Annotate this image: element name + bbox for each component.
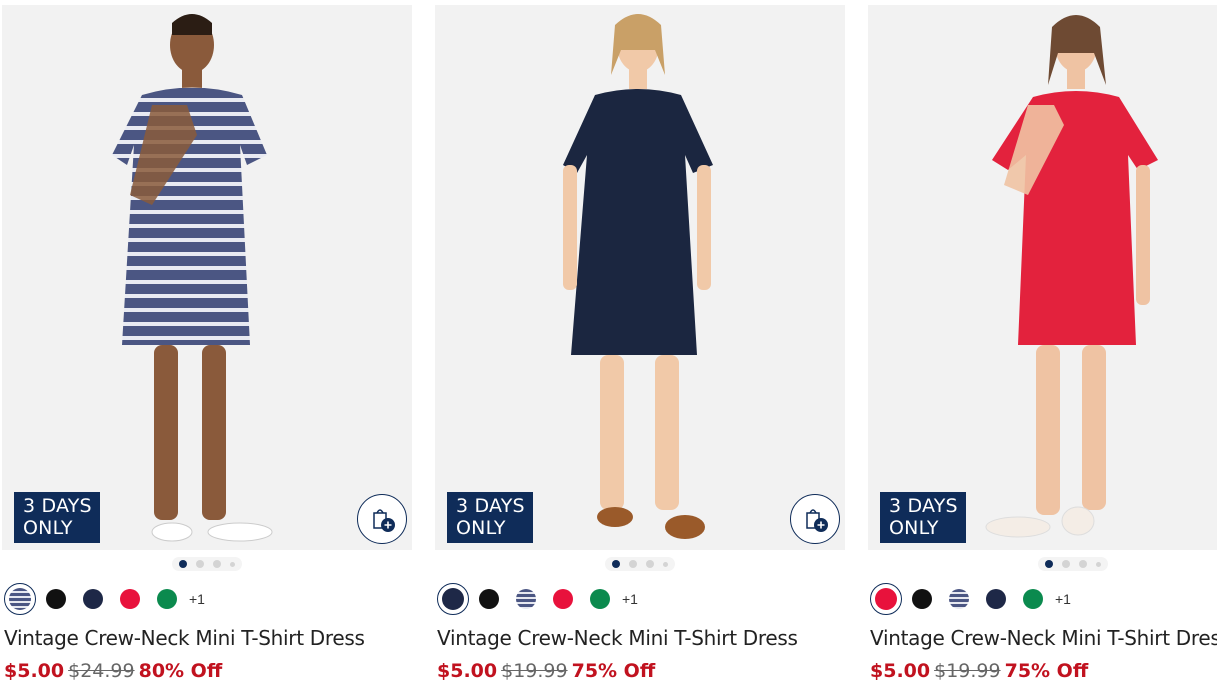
color-swatches: +1 xyxy=(437,582,638,615)
carousel-dot[interactable] xyxy=(179,560,187,568)
more-colors-count[interactable]: +1 xyxy=(189,591,205,607)
discount-label: 80% Off xyxy=(138,660,223,682)
shopping-bag-plus-icon xyxy=(806,509,828,532)
color-swatches: +1 xyxy=(4,582,205,615)
discount-label: 75% Off xyxy=(571,660,656,682)
badge-line-1: 3 DAYS xyxy=(889,495,958,517)
discount-label: 75% Off xyxy=(1004,660,1089,682)
badge-line-1: 3 DAYS xyxy=(23,495,92,517)
swatch-black[interactable] xyxy=(912,588,932,609)
model-photo xyxy=(563,14,713,539)
color-swatches: +1 xyxy=(870,582,1071,615)
carousel-dot[interactable] xyxy=(646,560,654,568)
badge-line-2: ONLY xyxy=(23,517,73,539)
price-row: $5.00 $19.99 75% Off xyxy=(870,660,1088,682)
swatch-green[interactable] xyxy=(590,588,610,609)
promo-badge: 3 DAYS ONLY xyxy=(447,492,533,543)
carousel-dot[interactable] xyxy=(196,560,204,568)
swatch-stripe-navy[interactable] xyxy=(949,588,969,609)
product-image[interactable]: 3 DAYS ONLY xyxy=(2,5,412,550)
sale-price: $5.00 xyxy=(870,660,931,682)
badge-line-1: 3 DAYS xyxy=(456,495,525,517)
promo-badge: 3 DAYS ONLY xyxy=(14,492,100,543)
original-price: $19.99 xyxy=(501,660,568,682)
image-carousel-dots[interactable] xyxy=(1038,557,1108,571)
swatch-navy[interactable] xyxy=(986,588,1006,609)
swatch-navy[interactable] xyxy=(83,588,103,609)
swatch-selected[interactable] xyxy=(4,582,36,615)
swatch-selected[interactable] xyxy=(437,582,469,615)
carousel-dot[interactable] xyxy=(629,560,637,568)
carousel-dot[interactable] xyxy=(1062,560,1070,568)
price-row: $5.00 $24.99 80% Off xyxy=(4,660,222,682)
original-price: $24.99 xyxy=(68,660,135,682)
swatch-green[interactable] xyxy=(157,588,177,609)
image-carousel-dots[interactable] xyxy=(172,557,242,571)
swatch-stripe-navy[interactable] xyxy=(516,588,536,609)
product-title[interactable]: Vintage Crew-Neck Mini T-Shirt Dress xyxy=(870,626,1217,650)
carousel-dot[interactable] xyxy=(213,560,221,568)
model-photo xyxy=(985,15,1158,538)
more-colors-count[interactable]: +1 xyxy=(622,591,638,607)
carousel-dot[interactable] xyxy=(230,561,235,567)
carousel-dot[interactable] xyxy=(663,561,668,567)
badge-line-2: ONLY xyxy=(456,517,506,539)
product-card[interactable]: 3 DAYS ONLY +1 Vintage Crew-Neck Mini T-… xyxy=(868,0,1217,682)
add-to-bag-button[interactable] xyxy=(357,494,407,544)
carousel-dot[interactable] xyxy=(1079,560,1087,568)
promo-badge: 3 DAYS ONLY xyxy=(880,492,966,543)
swatch-green[interactable] xyxy=(1023,588,1043,609)
swatch-red[interactable] xyxy=(553,588,573,609)
badge-line-2: ONLY xyxy=(889,517,939,539)
model-photo xyxy=(112,14,273,542)
swatch-stripe-navy xyxy=(9,587,31,610)
swatch-navy xyxy=(442,587,464,610)
add-to-bag-button[interactable] xyxy=(790,494,840,544)
product-image[interactable]: 3 DAYS ONLY xyxy=(868,5,1217,550)
swatch-red xyxy=(875,587,897,610)
swatch-selected[interactable] xyxy=(870,582,902,615)
product-card[interactable]: 3 DAYS ONLY +1 Vintage Crew-Neck Mini T-… xyxy=(2,0,414,682)
product-image[interactable]: 3 DAYS ONLY xyxy=(435,5,845,550)
product-title[interactable]: Vintage Crew-Neck Mini T-Shirt Dress xyxy=(437,626,798,650)
original-price: $19.99 xyxy=(934,660,1001,682)
swatch-black[interactable] xyxy=(479,588,499,609)
product-card[interactable]: 3 DAYS ONLY +1 Vintage Crew-Neck Mini T-… xyxy=(435,0,847,682)
sale-price: $5.00 xyxy=(437,660,498,682)
sale-price: $5.00 xyxy=(4,660,65,682)
image-carousel-dots[interactable] xyxy=(605,557,675,571)
swatch-black[interactable] xyxy=(46,588,66,609)
price-row: $5.00 $19.99 75% Off xyxy=(437,660,655,682)
carousel-dot[interactable] xyxy=(612,560,620,568)
shopping-bag-plus-icon xyxy=(373,509,395,532)
more-colors-count[interactable]: +1 xyxy=(1055,591,1071,607)
product-title[interactable]: Vintage Crew-Neck Mini T-Shirt Dress xyxy=(4,626,365,650)
swatch-red[interactable] xyxy=(120,588,140,609)
carousel-dot[interactable] xyxy=(1045,560,1053,568)
carousel-dot[interactable] xyxy=(1096,561,1101,567)
